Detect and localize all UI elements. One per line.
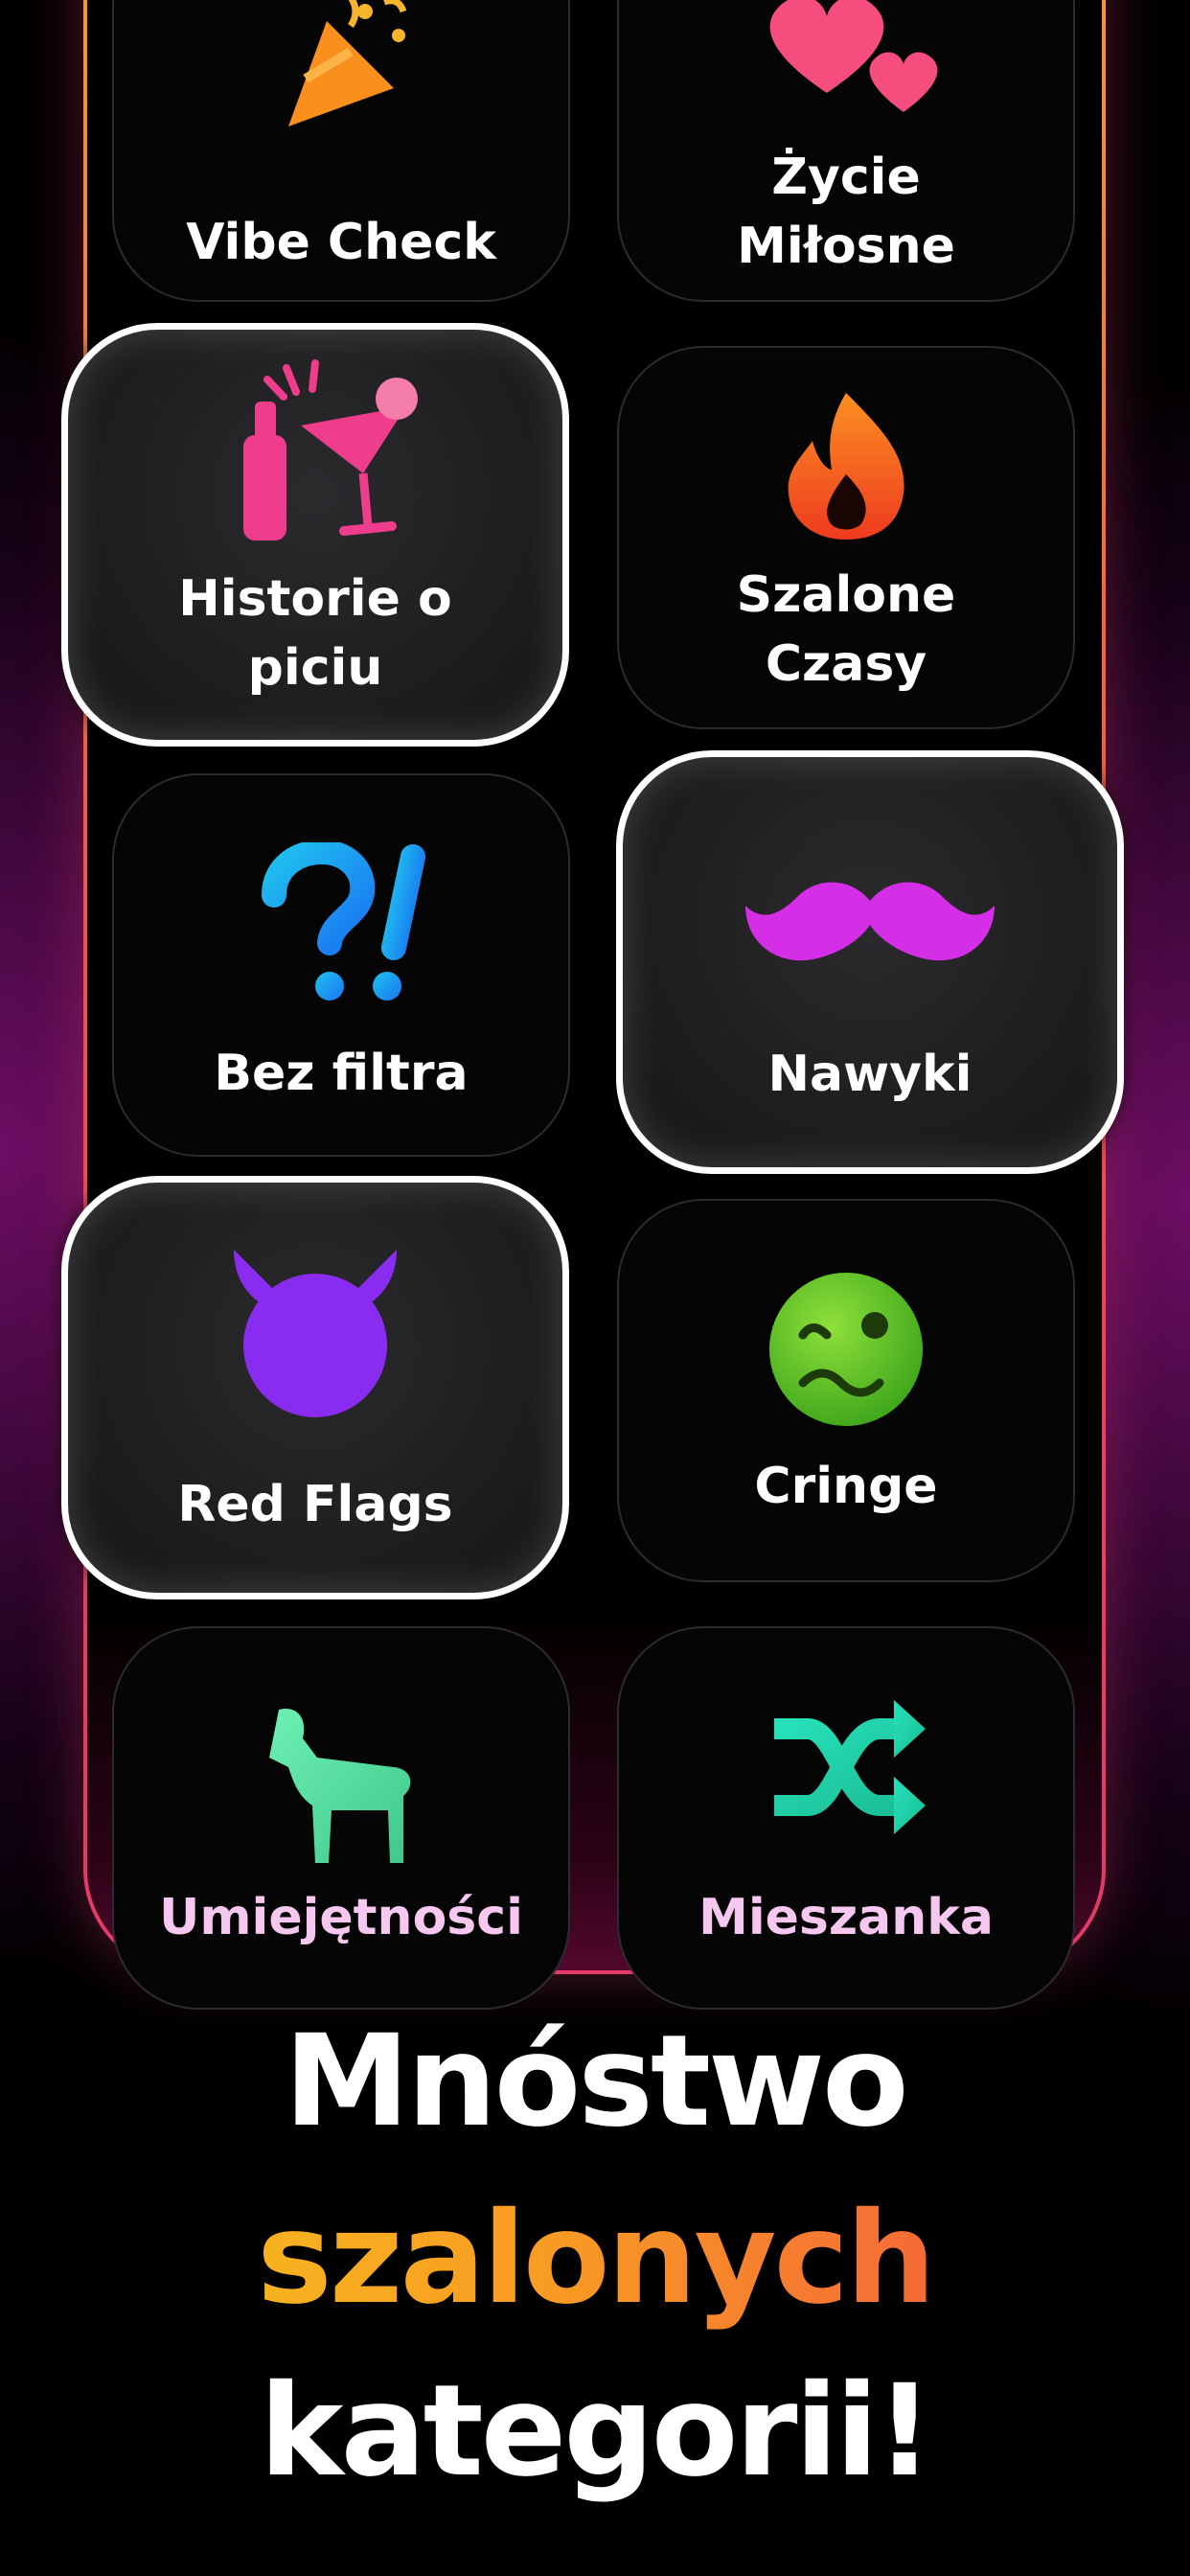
- category-card-nawyki[interactable]: Nawyki: [616, 750, 1124, 1174]
- headline-accent: szalonych: [257, 2185, 936, 2333]
- fire-icon: [788, 393, 904, 540]
- category-label: Życie Miłosne: [737, 149, 955, 275]
- category-label: Bez filtra: [214, 1045, 469, 1102]
- category-label: Vibe Check: [186, 214, 496, 271]
- party-popper-icon: [288, 0, 407, 126]
- category-card-mieszanka[interactable]: Mieszanka: [617, 1626, 1075, 2010]
- devil-face-icon: [234, 1250, 397, 1417]
- drinks-clink-icon: [243, 359, 418, 540]
- category-card-red-flags[interactable]: Red Flags: [61, 1176, 569, 1599]
- category-card-bez-filtra[interactable]: Bez filtra: [112, 773, 570, 1157]
- headline-line-1: Mnóstwo: [284, 2008, 908, 2155]
- category-card-zycie-milosne[interactable]: Życie Miłosne: [617, 0, 1075, 302]
- woozy-face-icon: [769, 1273, 923, 1426]
- question-exclamation-icon: [262, 842, 425, 1000]
- category-label: Mieszanka: [698, 1889, 994, 1946]
- headline-line-3: kategorii!: [259, 2358, 933, 2505]
- two-hearts-icon: [769, 0, 938, 112]
- category-label: Cringe: [754, 1458, 938, 1515]
- mustache-icon: [745, 882, 995, 961]
- category-card-historie-o-piciu[interactable]: Historie o piciu: [61, 323, 569, 747]
- goat-icon: [269, 1709, 411, 1863]
- category-card-cringe[interactable]: Cringe: [617, 1199, 1075, 1582]
- category-label: Red Flags: [177, 1476, 453, 1533]
- headline-line-2: szalonych: [0, 2185, 1190, 2333]
- category-label: Nawyki: [767, 1046, 973, 1103]
- category-card-vibe-check[interactable]: Vibe Check: [112, 0, 570, 302]
- shuffle-icon: [774, 1700, 926, 1834]
- category-label: Umiejętności: [159, 1889, 523, 1946]
- category-card-szalone-czasy[interactable]: Szalone Czasy: [617, 346, 1075, 729]
- category-card-umiejetnosci[interactable]: Umiejętności: [112, 1626, 570, 2010]
- category-label: Szalone Czasy: [736, 566, 956, 693]
- category-label: Historie o piciu: [178, 570, 452, 697]
